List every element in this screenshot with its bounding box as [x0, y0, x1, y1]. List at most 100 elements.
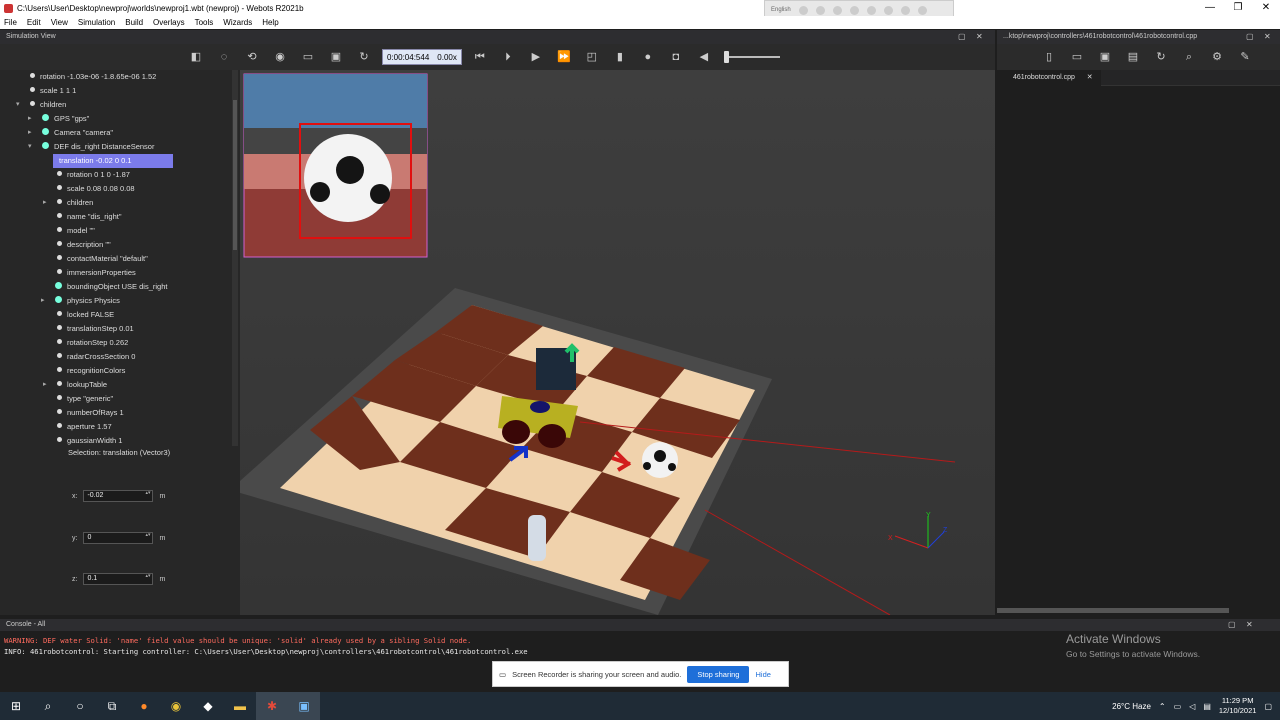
tree-node[interactable]: scale 0.08 0.08 0.08 — [57, 182, 135, 196]
revert-icon[interactable]: ↻ — [1153, 50, 1169, 64]
file-explorer-icon[interactable]: ▬ — [224, 692, 256, 720]
clean-icon[interactable]: ✎ — [1237, 50, 1253, 64]
task-view-icon[interactable]: ⧉ — [96, 692, 128, 720]
reload-world-icon[interactable]: ↻ — [356, 50, 372, 64]
fast-forward-icon[interactable]: ⏩ — [556, 50, 572, 64]
hide-button[interactable]: Hide — [755, 670, 770, 679]
console-float-icon[interactable]: ▢ — [1228, 618, 1236, 632]
webots-icon[interactable]: ✱ — [256, 692, 288, 720]
tree-node[interactable]: contactMaterial "default" — [57, 252, 148, 266]
z-value-input[interactable]: 0.1 — [83, 573, 154, 585]
tree-node[interactable]: ▸ Camera "camera" — [28, 126, 113, 140]
recorder-tool-icon[interactable] — [883, 5, 893, 15]
tree-node[interactable]: ▸ lookupTable — [43, 378, 107, 392]
menu-help[interactable]: Help — [262, 18, 278, 27]
tree-node[interactable]: radarCrossSection 0 — [57, 350, 135, 364]
chrome-icon[interactable]: ◉ — [160, 692, 192, 720]
app-icon[interactable]: ◆ — [192, 692, 224, 720]
save-file-icon[interactable]: ▣ — [1097, 50, 1113, 64]
volume-slider[interactable] — [723, 51, 780, 63]
recorder-tool-icon[interactable] — [849, 5, 859, 15]
cortana-icon[interactable]: ○ — [64, 692, 96, 720]
recorder-tool-icon[interactable] — [917, 5, 927, 15]
tree-node[interactable]: rotation 0 1 0 -1.87 — [57, 168, 130, 182]
find-icon[interactable]: ⌕ — [1181, 50, 1197, 64]
tree-node[interactable]: aperture 1.57 — [57, 420, 112, 434]
tree-node[interactable]: locked FALSE — [57, 308, 114, 322]
recorder-tool-icon[interactable] — [866, 5, 876, 15]
clock[interactable]: 11:29 PM 12/10/2021 — [1219, 696, 1257, 716]
scene-tree-scrollbar[interactable] — [232, 70, 238, 446]
new-file-icon[interactable]: ▯ — [1041, 50, 1057, 64]
reset-simulation-icon[interactable]: ⏮ — [472, 50, 488, 64]
make-movie-icon[interactable]: ▮ — [612, 50, 628, 64]
tree-node[interactable]: ▸ physics Physics — [41, 294, 120, 308]
console-close-icon[interactable]: ✕ — [1246, 618, 1253, 632]
toggle-scene-tree-icon[interactable]: ◧ — [188, 50, 204, 64]
dock-float-icon[interactable]: ▢ — [958, 30, 966, 44]
menu-view[interactable]: View — [51, 18, 68, 27]
tree-node[interactable]: ▸ children — [43, 196, 93, 210]
volume-icon[interactable]: ◀ — [696, 50, 712, 64]
tree-node[interactable]: ▾ children — [16, 98, 66, 112]
notifications-icon[interactable]: ▢ — [1264, 702, 1272, 711]
tree-node[interactable]: scale 1 1 1 — [30, 84, 76, 98]
firefox-icon[interactable]: ● — [128, 692, 160, 720]
search-icon[interactable]: ⌕ — [32, 692, 64, 720]
reset-view-icon[interactable]: ⟲ — [244, 50, 260, 64]
editor-close-icon[interactable]: ✕ — [1264, 30, 1271, 44]
tree-node[interactable]: recognitionColors — [57, 364, 125, 378]
screenshot-icon[interactable]: ◘ — [668, 50, 684, 64]
close-button[interactable]: ✕ — [1252, 0, 1280, 16]
maximize-button[interactable]: ❐ — [1224, 0, 1252, 16]
eye-icon[interactable]: ◉ — [272, 50, 288, 64]
keyboard-icon[interactable]: ▤ — [1203, 702, 1211, 711]
screen-recorder-icon[interactable]: ▣ — [288, 692, 320, 720]
windows-start-icon[interactable]: ⊞ — [0, 692, 32, 720]
open-file-icon[interactable]: ▭ — [1069, 50, 1085, 64]
stop-sharing-button[interactable]: Stop sharing — [687, 665, 750, 683]
menu-wizards[interactable]: Wizards — [223, 18, 252, 27]
save-as-icon[interactable]: ▤ — [1125, 50, 1141, 64]
weather[interactable]: 26°C Haze — [1112, 702, 1151, 711]
volume-icon[interactable]: ◁ — [1189, 702, 1195, 711]
editor-float-icon[interactable]: ▢ — [1246, 30, 1254, 44]
tree-node[interactable]: rotationStep 0.262 — [57, 336, 128, 350]
editor-tab[interactable]: 461robotcontrol.cpp ✕ — [997, 70, 1101, 86]
tree-node-selected[interactable]: translation -0.02 0 0.1 — [53, 154, 173, 168]
x-value-input[interactable]: -0.02 — [83, 490, 154, 502]
tree-node[interactable]: description "" — [57, 238, 111, 252]
tree-node[interactable]: translationStep 0.01 — [57, 322, 134, 336]
3d-viewport[interactable]: Y X Z — [240, 70, 995, 615]
tree-node[interactable]: immersionProperties — [57, 266, 136, 280]
play-icon[interactable]: ▶ — [528, 50, 544, 64]
rendering-icon[interactable]: ◰ — [584, 50, 600, 64]
tree-node[interactable]: ▾ DEF dis_right DistanceSensor — [28, 140, 154, 154]
y-value-input[interactable]: 0 — [83, 532, 154, 544]
camera-overlay[interactable] — [243, 73, 428, 258]
record-icon[interactable]: ● — [640, 50, 656, 64]
tree-node[interactable]: model "" — [57, 224, 95, 238]
tree-node[interactable]: ▸ GPS "gps" — [28, 112, 89, 126]
tree-node[interactable]: rotation -1.03e-06 -1.8.65e-06 1.52 — [30, 70, 156, 84]
code-editor[interactable]: 461robotcontrol.cpp ✕ 1#include <webots/… — [997, 70, 1280, 615]
menu-edit[interactable]: Edit — [27, 18, 41, 27]
recorder-tool-icon[interactable] — [815, 5, 825, 15]
tree-node[interactable]: type "generic" — [57, 392, 113, 406]
recorder-tool-icon[interactable] — [900, 5, 910, 15]
menu-build[interactable]: Build — [125, 18, 143, 27]
tree-node[interactable]: numberOfRays 1 — [57, 406, 124, 420]
open-world-icon[interactable]: ▭ — [300, 50, 316, 64]
recorder-tool-icon[interactable] — [832, 5, 842, 15]
menu-tools[interactable]: Tools — [195, 18, 214, 27]
recorder-tool-icon[interactable] — [798, 5, 808, 15]
tree-node[interactable]: boundingObject USE dis_right — [55, 280, 167, 294]
menu-file[interactable]: File — [4, 18, 17, 27]
tree-node[interactable]: name "dis_right" — [57, 210, 122, 224]
save-world-icon[interactable]: ▣ — [328, 50, 344, 64]
dock-close-icon[interactable]: ✕ — [976, 30, 983, 44]
tray-chevron-icon[interactable]: ⌃ — [1159, 702, 1166, 711]
step-icon[interactable]: ⏵ — [500, 50, 516, 64]
network-icon[interactable]: ▭ — [1174, 702, 1182, 711]
build-gear-icon[interactable]: ⚙ — [1209, 50, 1225, 64]
